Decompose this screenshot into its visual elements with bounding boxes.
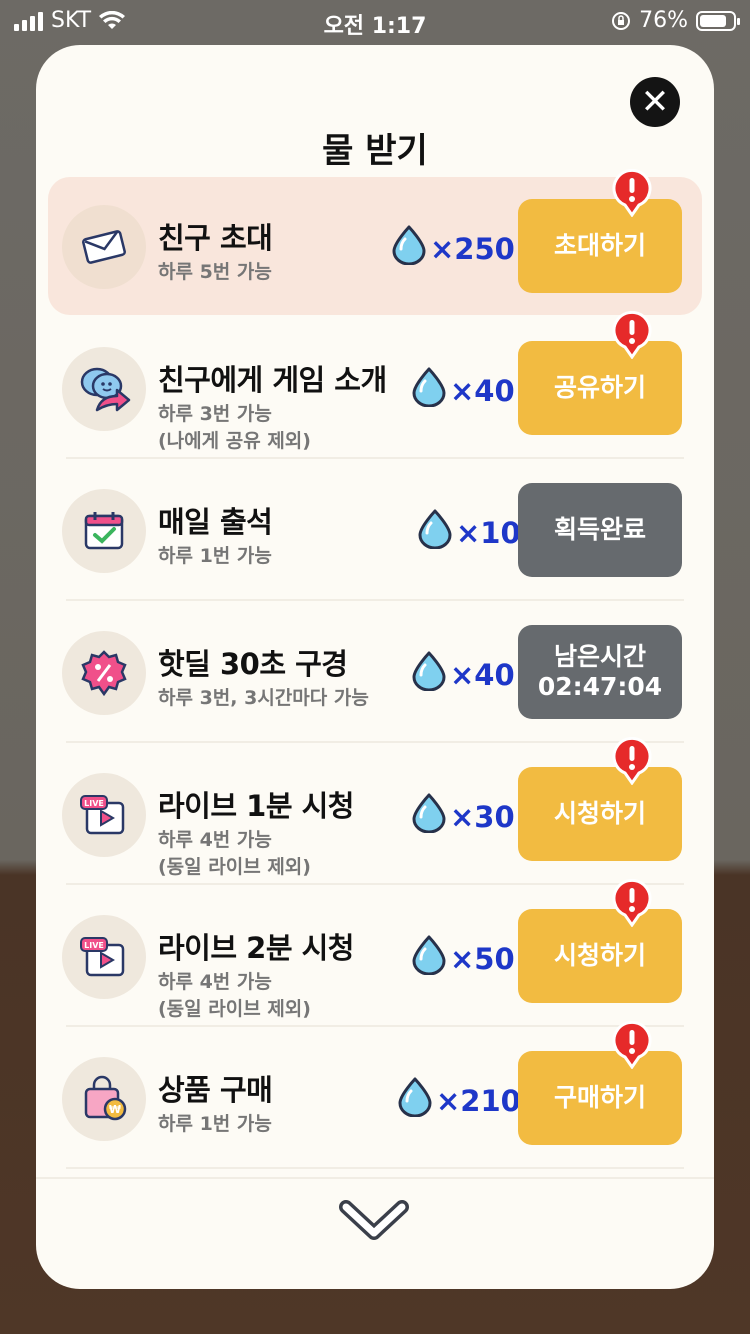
alert-icon bbox=[612, 736, 652, 786]
reward-amount: ×250 bbox=[430, 231, 515, 266]
mission-row: LIVE 라이브 2분 시청하루 4번 가능 (동일 라이브 제외) ×50 시청하기 bbox=[48, 878, 702, 1027]
mission-row: 매일 출석하루 1번 가능 ×10 획득완료 bbox=[48, 461, 702, 601]
row-divider bbox=[66, 1025, 684, 1027]
close-icon: ✕ bbox=[640, 82, 670, 122]
mission-exclusion-text: (동일 라이브 제외) bbox=[158, 856, 311, 878]
svg-text:₩: ₩ bbox=[109, 1103, 121, 1116]
mission-action-button[interactable]: 초대하기 bbox=[518, 199, 682, 293]
mission-action-button[interactable]: 공유하기 bbox=[518, 341, 682, 435]
mission-title: 라이브 2분 시청 bbox=[158, 931, 354, 965]
mission-row: 친구에게 게임 소개하루 3번 가능 (나에게 공유 제외) ×40 공유하기 bbox=[48, 310, 702, 459]
reward-amount: ×50 bbox=[450, 941, 515, 976]
envelope-icon bbox=[62, 205, 146, 289]
row-divider bbox=[66, 1167, 684, 1169]
live-badge-text: LIVE bbox=[84, 799, 104, 808]
mission-description: 하루 5번 가능 bbox=[158, 259, 272, 286]
water-drop-icon bbox=[410, 651, 448, 698]
mission-limit-text: 하루 1번 가능 bbox=[158, 545, 272, 567]
row-divider bbox=[66, 741, 684, 743]
water-reward: ×50 bbox=[410, 935, 515, 982]
mission-description: 하루 1번 가능 bbox=[158, 1111, 272, 1138]
water-drop-icon bbox=[390, 225, 428, 272]
status-bar: SKT 오전 1:17 76% bbox=[0, 0, 750, 42]
mission-exclusion-text: (나에게 공유 제외) bbox=[158, 430, 311, 452]
share-chat-icon bbox=[62, 347, 146, 431]
mission-exclusion-text: (동일 라이브 제외) bbox=[158, 998, 311, 1020]
water-drop-icon bbox=[410, 793, 448, 840]
calendar-check-icon bbox=[62, 489, 146, 573]
mission-title: 매일 출석 bbox=[158, 505, 273, 539]
water-reward: ×10 bbox=[416, 509, 521, 556]
mission-limit-text: 하루 1번 가능 bbox=[158, 1113, 272, 1135]
mission-limit-text: 하루 3번, 3시간마다 가능 bbox=[158, 687, 369, 709]
water-reward: ×210 bbox=[396, 1077, 521, 1124]
shopping-bag-icon: ₩ bbox=[62, 1057, 146, 1141]
reward-amount: ×30 bbox=[450, 799, 515, 834]
action-label: 획득완료 bbox=[553, 515, 646, 544]
mission-description: 하루 3번, 3시간마다 가능 bbox=[158, 685, 369, 712]
mission-row: LIVE 라이브 1분 시청하루 4번 가능 (동일 라이브 제외) ×30 시청하기 bbox=[48, 736, 702, 885]
action-label: 초대하기 bbox=[553, 231, 646, 260]
mission-title: 핫딜 30초 구경 bbox=[158, 647, 348, 681]
mission-status-button: 남은시간 02:47:04 bbox=[518, 625, 682, 719]
mission-description: 하루 3번 가능 (나에게 공유 제외) bbox=[158, 401, 311, 455]
reward-amount: ×40 bbox=[450, 373, 515, 408]
water-reward: ×30 bbox=[410, 793, 515, 840]
reward-amount: ×40 bbox=[450, 657, 515, 692]
get-water-modal: 물 받기 ✕ 친구 초대 하루 5번 가능 ×250 초대하기 친구에게 게임 소개 하루… bbox=[36, 45, 714, 1289]
row-divider bbox=[66, 599, 684, 601]
mission-action-button[interactable]: 시청하기 bbox=[518, 909, 682, 1003]
chevron-down-icon[interactable] bbox=[338, 1193, 410, 1245]
alert-icon bbox=[612, 1020, 652, 1070]
action-label: 공유하기 bbox=[553, 373, 646, 402]
alert-icon bbox=[612, 168, 652, 218]
rotation-lock-icon bbox=[612, 11, 631, 30]
action-label: 남은시간 bbox=[553, 642, 646, 671]
alert-icon bbox=[612, 878, 652, 928]
mission-limit-text: 하루 3번 가능 bbox=[158, 403, 272, 425]
action-label: 시청하기 bbox=[553, 799, 646, 828]
mission-title: 친구에게 게임 소개 bbox=[158, 363, 387, 397]
mission-status-button: 획득완료 bbox=[518, 483, 682, 577]
water-drop-icon bbox=[416, 509, 454, 556]
alert-icon bbox=[612, 310, 652, 360]
live-badge-text: LIVE bbox=[84, 941, 104, 950]
row-divider bbox=[66, 883, 684, 885]
mission-action-button[interactable]: 구매하기 bbox=[518, 1051, 682, 1145]
mission-limit-text: 하루 4번 가능 bbox=[158, 971, 272, 993]
list-divider bbox=[36, 1177, 714, 1185]
mission-row: ₩ 상품 구매하루 1번 가능 ×210 구매하기 bbox=[48, 1020, 702, 1169]
remaining-time: 02:47:04 bbox=[537, 672, 663, 701]
reward-amount: ×210 bbox=[436, 1083, 521, 1118]
water-drop-icon bbox=[410, 935, 448, 982]
water-drop-icon bbox=[410, 367, 448, 414]
mission-action-button[interactable]: 시청하기 bbox=[518, 767, 682, 861]
water-drop-icon bbox=[396, 1077, 434, 1124]
battery-icon bbox=[696, 10, 740, 31]
action-label: 구매하기 bbox=[553, 1083, 646, 1112]
close-button[interactable]: ✕ bbox=[630, 77, 680, 127]
water-reward: ×40 bbox=[410, 651, 515, 698]
mission-row: 친구 초대하루 5번 가능 ×250 초대하기 bbox=[48, 168, 702, 315]
battery-percent: 76% bbox=[639, 8, 688, 33]
modal-title: 물 받기 bbox=[322, 131, 428, 171]
reward-amount: ×10 bbox=[456, 515, 521, 550]
mission-description: 하루 1번 가능 bbox=[158, 543, 272, 570]
mission-description: 하루 4번 가능 (동일 라이브 제외) bbox=[158, 969, 311, 1023]
water-reward: ×250 bbox=[390, 225, 515, 272]
action-label: 시청하기 bbox=[553, 941, 646, 970]
discount-badge-icon bbox=[62, 631, 146, 715]
water-reward: ×40 bbox=[410, 367, 515, 414]
mission-title: 상품 구매 bbox=[158, 1073, 273, 1107]
mission-limit-text: 하루 5번 가능 bbox=[158, 261, 272, 283]
mission-description: 하루 4번 가능 (동일 라이브 제외) bbox=[158, 827, 311, 881]
row-divider bbox=[66, 457, 684, 459]
mission-limit-text: 하루 4번 가능 bbox=[158, 829, 272, 851]
mission-row: 핫딜 30초 구경 하루 3번, 3시간마다 가능 ×40 남은시간 02:47:04 bbox=[48, 603, 702, 743]
mission-title: 친구 초대 bbox=[158, 221, 273, 255]
mission-title: 라이브 1분 시청 bbox=[158, 789, 354, 823]
live-video-icon: LIVE bbox=[62, 915, 146, 999]
live-video-icon: LIVE bbox=[62, 773, 146, 857]
